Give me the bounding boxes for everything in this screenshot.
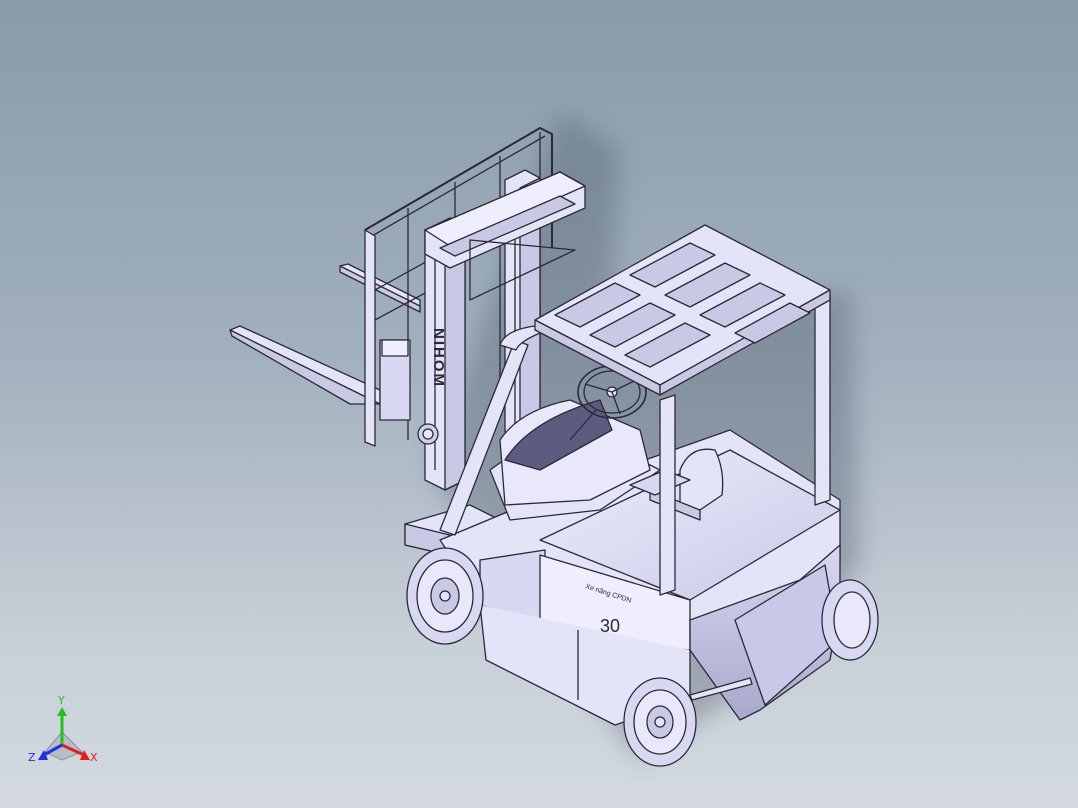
orientation-triad[interactable] — [38, 707, 90, 761]
forklift-3d-model[interactable]: NIHOM Xe nâng CPDN 30 — [0, 0, 1078, 808]
triad-y-arrow — [57, 707, 67, 716]
fork-right — [229, 325, 381, 405]
triad-z-label: Z — [28, 751, 36, 764]
triad-x-label: X — [90, 751, 98, 764]
front-left-wheel — [406, 547, 484, 645]
rear-right-wheel — [821, 579, 879, 661]
capacity-text: 30 — [600, 616, 620, 636]
graphics-viewport[interactable]: NIHOM Xe nâng CPDN 30 Y X Z — [0, 0, 1078, 808]
mast-brand-text: NIHOM — [430, 328, 447, 388]
triad-y-label: Y — [58, 694, 65, 707]
rear-left-wheel — [623, 677, 697, 767]
